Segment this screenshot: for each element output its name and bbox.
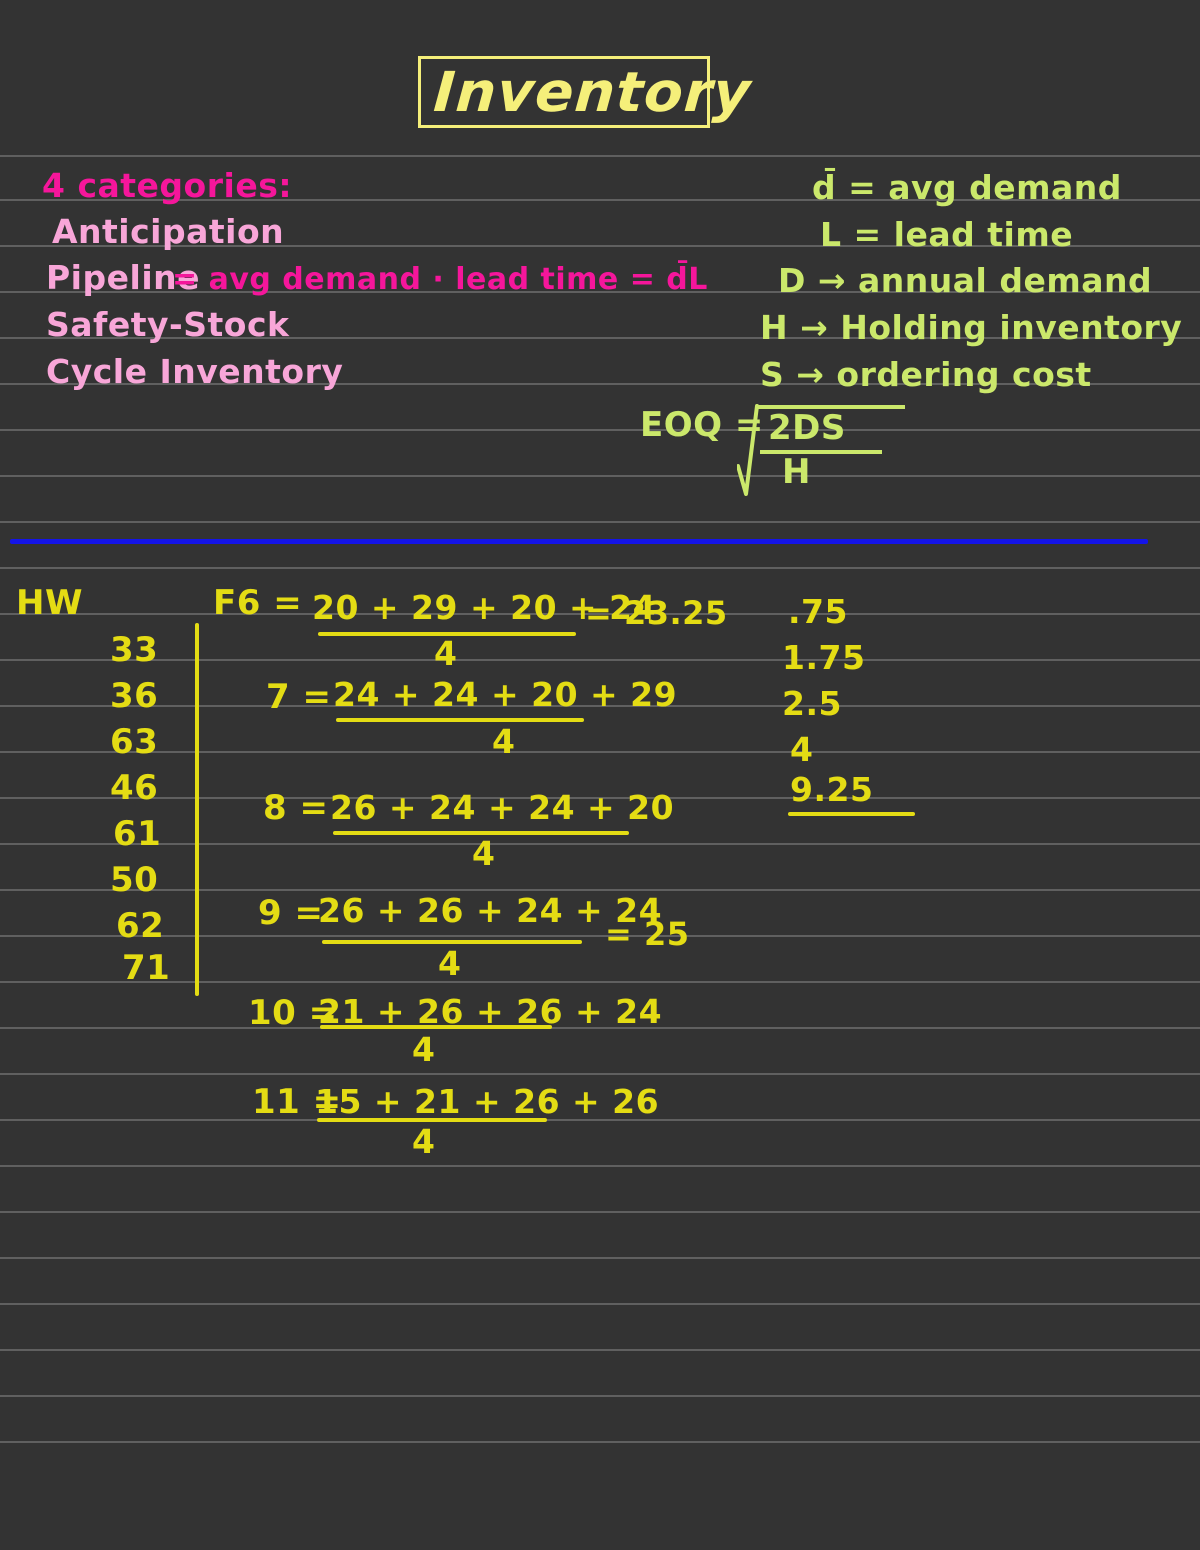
category-pipeline-formula: = avg demand · lead time = d̄L <box>172 262 708 297</box>
homework-column-divider <box>195 623 199 996</box>
fraction-bar <box>320 1025 552 1029</box>
forecast-label: F6 = <box>213 583 303 623</box>
legend-lead-time: L = lead time <box>820 215 1074 254</box>
forecast-numerator: 24 + 24 + 20 + 29 <box>333 675 678 714</box>
legend-holding-inventory: H → Holding inventory <box>760 308 1183 347</box>
forecast-label: 9 = <box>258 893 324 933</box>
result-value: 2.5 <box>782 684 842 723</box>
homework-value: 50 <box>110 860 159 900</box>
homework-value: 46 <box>110 768 159 808</box>
forecast-denominator: 4 <box>492 722 516 761</box>
result-value: 4 <box>790 730 814 769</box>
forecast-result: = 25 <box>605 915 690 953</box>
forecast-denominator: 4 <box>438 944 462 983</box>
result-value: 1.75 <box>782 638 866 677</box>
forecast-label: 7 = <box>266 677 332 717</box>
homework-label: HW <box>16 583 83 623</box>
forecast-denominator: 4 <box>412 1122 436 1161</box>
eoq-denominator: H <box>782 452 811 492</box>
result-total-underline <box>788 812 915 816</box>
homework-value: 61 <box>113 814 162 854</box>
eoq-fraction-bar <box>760 450 882 454</box>
homework-value: 33 <box>110 630 159 670</box>
forecast-numerator: 26 + 24 + 24 + 20 <box>330 788 675 827</box>
forecast-result: = 23.25 <box>585 594 728 632</box>
category-anticipation: Anticipation <box>52 212 285 251</box>
square-root-icon <box>737 404 759 496</box>
section-divider <box>10 539 1148 544</box>
ruled-line-top <box>0 155 1200 157</box>
category-safety-stock: Safety-Stock <box>46 305 290 344</box>
forecast-numerator: 15 + 21 + 26 + 26 <box>315 1082 660 1121</box>
categories-heading: 4 categories: <box>42 166 293 205</box>
homework-value: 63 <box>110 722 159 762</box>
legend-annual-demand: D → annual demand <box>778 261 1153 300</box>
homework-value: 71 <box>122 948 171 988</box>
forecast-denominator: 4 <box>472 834 496 873</box>
page-title: Inventory <box>431 60 754 124</box>
fraction-bar <box>336 718 584 722</box>
legend-ordering-cost: S → ordering cost <box>760 355 1092 394</box>
notebook-page: Inventory 4 categories: Anticipation Pip… <box>0 0 1200 1550</box>
forecast-denominator: 4 <box>434 634 458 673</box>
legend-avg-demand: d̄ = avg demand <box>812 168 1122 207</box>
result-value: .75 <box>788 592 848 631</box>
category-cycle-inventory: Cycle Inventory <box>46 352 344 391</box>
homework-value: 36 <box>110 676 159 716</box>
result-value: 9.25 <box>790 770 874 809</box>
eoq-numerator: 2DS <box>768 408 846 448</box>
forecast-label: 8 = <box>263 788 329 828</box>
homework-value: 62 <box>116 906 165 946</box>
forecast-denominator: 4 <box>412 1030 436 1069</box>
